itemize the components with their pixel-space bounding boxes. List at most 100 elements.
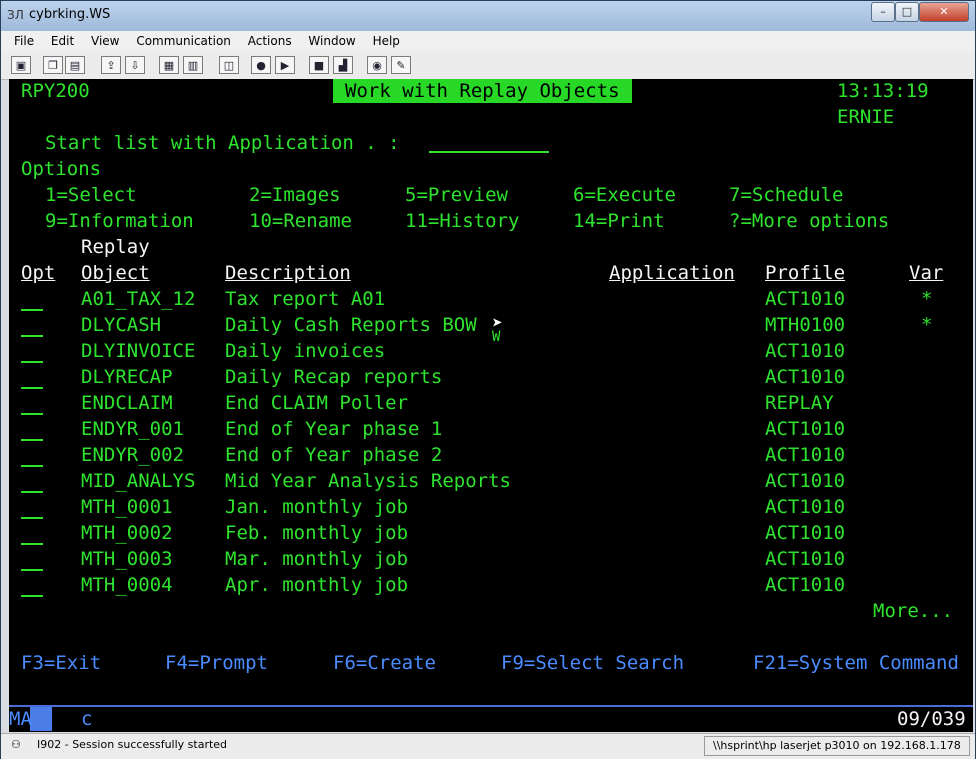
oia-separator — [9, 705, 973, 707]
keyboard-icon[interactable]: ▥ — [183, 56, 203, 74]
user: ERNIE — [837, 106, 895, 128]
row-object: MID_ANALYS — [81, 470, 196, 492]
cursor-block — [30, 707, 52, 731]
program-id: RPY200 — [21, 80, 90, 102]
col-header-replay: Replay — [81, 236, 150, 258]
menu-communication[interactable]: Communication — [136, 34, 231, 48]
time: 13:13:19 — [837, 80, 929, 102]
printer-status: \\hsprint\hp laserjet p3010 on 192.168.1… — [704, 736, 970, 756]
row-profile: REPLAY — [765, 392, 834, 414]
display-icon[interactable]: ▦ — [159, 56, 179, 74]
menu-actions[interactable]: Actions — [248, 34, 292, 48]
row-option-input[interactable] — [21, 491, 43, 493]
edit-icon[interactable]: ✎ — [391, 56, 411, 74]
row-description: Apr. monthly job — [225, 574, 409, 596]
close-button[interactable]: ✕ — [919, 2, 969, 22]
mouse-pointer-icon: ➤ — [492, 313, 503, 334]
record-icon[interactable]: ● — [251, 56, 271, 74]
row-object: A01_TAX_12 — [81, 288, 196, 310]
row-option-input[interactable] — [21, 361, 43, 363]
minimize-button[interactable]: – — [871, 2, 895, 22]
col-header-application: Application — [609, 262, 735, 284]
option-preview: 5=Preview — [405, 184, 508, 206]
globe-icon[interactable]: ◉ — [367, 56, 387, 74]
row-description: Feb. monthly job — [225, 522, 409, 544]
row-object: ENDYR_001 — [81, 418, 184, 440]
start-list-input[interactable] — [429, 151, 549, 153]
row-var: * — [921, 314, 933, 336]
title-bar: ЗЛ cybrking.WS – □ ✕ — [1, 1, 975, 31]
chart-icon[interactable]: ▟ — [333, 56, 353, 74]
menu-view[interactable]: View — [91, 34, 119, 48]
col-header-description: Description — [225, 262, 351, 284]
menu-window[interactable]: Window — [308, 34, 355, 48]
col-header-opt: Opt — [21, 262, 56, 284]
toolbar: ▣ ❐ ▤ ⇪ ⇩ ▦ ▥ ◫ ● ▶ ■ ▟ ◉ ✎ — [1, 51, 975, 80]
row-description: End of Year phase 1 — [225, 418, 443, 440]
row-profile: ACT1010 — [765, 522, 846, 544]
row-profile: ACT1010 — [765, 470, 846, 492]
fkey-exit[interactable]: F3=Exit — [21, 651, 101, 675]
option-rename: 10=Rename — [249, 210, 352, 232]
row-description: Jan. monthly job — [225, 496, 409, 518]
fkey-system-command[interactable]: F21=System Command — [753, 651, 959, 675]
menu-bar: File Edit View Communication Actions Win… — [1, 31, 975, 51]
copy-icon[interactable]: ❐ — [43, 56, 63, 74]
menu-edit[interactable]: Edit — [51, 34, 74, 48]
row-option-input[interactable] — [21, 465, 43, 467]
row-description: End CLAIM Poller — [225, 392, 409, 414]
receive-icon[interactable]: ⇩ — [125, 56, 145, 74]
row-description: End of Year phase 2 — [225, 444, 443, 466]
start-list-label: Start list with Application . : — [45, 132, 400, 154]
stop-icon[interactable]: ■ — [309, 56, 329, 74]
row-description: Daily invoices — [225, 340, 386, 362]
row-profile: ACT1010 — [765, 366, 846, 388]
more-indicator: More... — [873, 600, 954, 622]
paste-icon[interactable]: ▤ — [65, 56, 85, 74]
oia-mode: MA — [9, 708, 32, 730]
screen-title: Work with Replay Objects — [333, 79, 632, 103]
row-object: ENDYR_002 — [81, 444, 184, 466]
row-object: MTH_0002 — [81, 522, 173, 544]
terminal-screen[interactable]: RPY200 Work with Replay Objects 13:13:19… — [9, 79, 973, 732]
row-option-input[interactable] — [21, 335, 43, 337]
row-var: * — [921, 288, 933, 310]
play-icon[interactable]: ▶ — [275, 56, 295, 74]
row-option-input[interactable] — [21, 595, 43, 597]
row-profile: ACT1010 — [765, 496, 846, 518]
fkey-prompt[interactable]: F4=Prompt — [165, 651, 268, 675]
macro-icon[interactable]: ◫ — [219, 56, 239, 74]
print-screen-icon[interactable]: ▣ — [11, 56, 31, 74]
option-schedule: 7=Schedule — [729, 184, 844, 206]
row-option-input[interactable] — [21, 543, 43, 545]
status-bar: ⚇ I902 - Session successfully started \\… — [1, 733, 975, 759]
col-header-var: Var — [909, 262, 944, 284]
row-option-input[interactable] — [21, 439, 43, 441]
row-profile: ACT1010 — [765, 288, 846, 310]
maximize-button[interactable]: □ — [895, 2, 919, 22]
menu-file[interactable]: File — [14, 34, 34, 48]
row-option-input[interactable] — [21, 413, 43, 415]
row-profile: MTH0100 — [765, 314, 846, 336]
row-option-input[interactable] — [21, 387, 43, 389]
option-images: 2=Images — [249, 184, 341, 206]
row-description: Daily Recap reports — [225, 366, 443, 388]
col-header-object: Object — [81, 262, 150, 284]
option-print: 14=Print — [573, 210, 665, 232]
row-option-input[interactable] — [21, 517, 43, 519]
send-icon[interactable]: ⇪ — [101, 56, 121, 74]
emulator-window: ЗЛ cybrking.WS – □ ✕ File Edit View Comm… — [0, 0, 976, 759]
option-execute: 6=Execute — [573, 184, 676, 206]
row-option-input[interactable] — [21, 309, 43, 311]
row-option-input[interactable] — [21, 569, 43, 571]
menu-help[interactable]: Help — [373, 34, 400, 48]
fkey-select-search[interactable]: F9=Select Search — [501, 651, 684, 675]
row-profile: ACT1010 — [765, 340, 846, 362]
row-profile: ACT1010 — [765, 418, 846, 440]
fkey-create[interactable]: F6=Create — [333, 651, 436, 675]
options-label: Options — [21, 158, 102, 180]
row-profile: ACT1010 — [765, 548, 846, 570]
row-object: MTH_0004 — [81, 574, 173, 596]
row-description: Mar. monthly job — [225, 548, 409, 570]
row-description: Daily Cash Reports BOW — [225, 314, 477, 336]
